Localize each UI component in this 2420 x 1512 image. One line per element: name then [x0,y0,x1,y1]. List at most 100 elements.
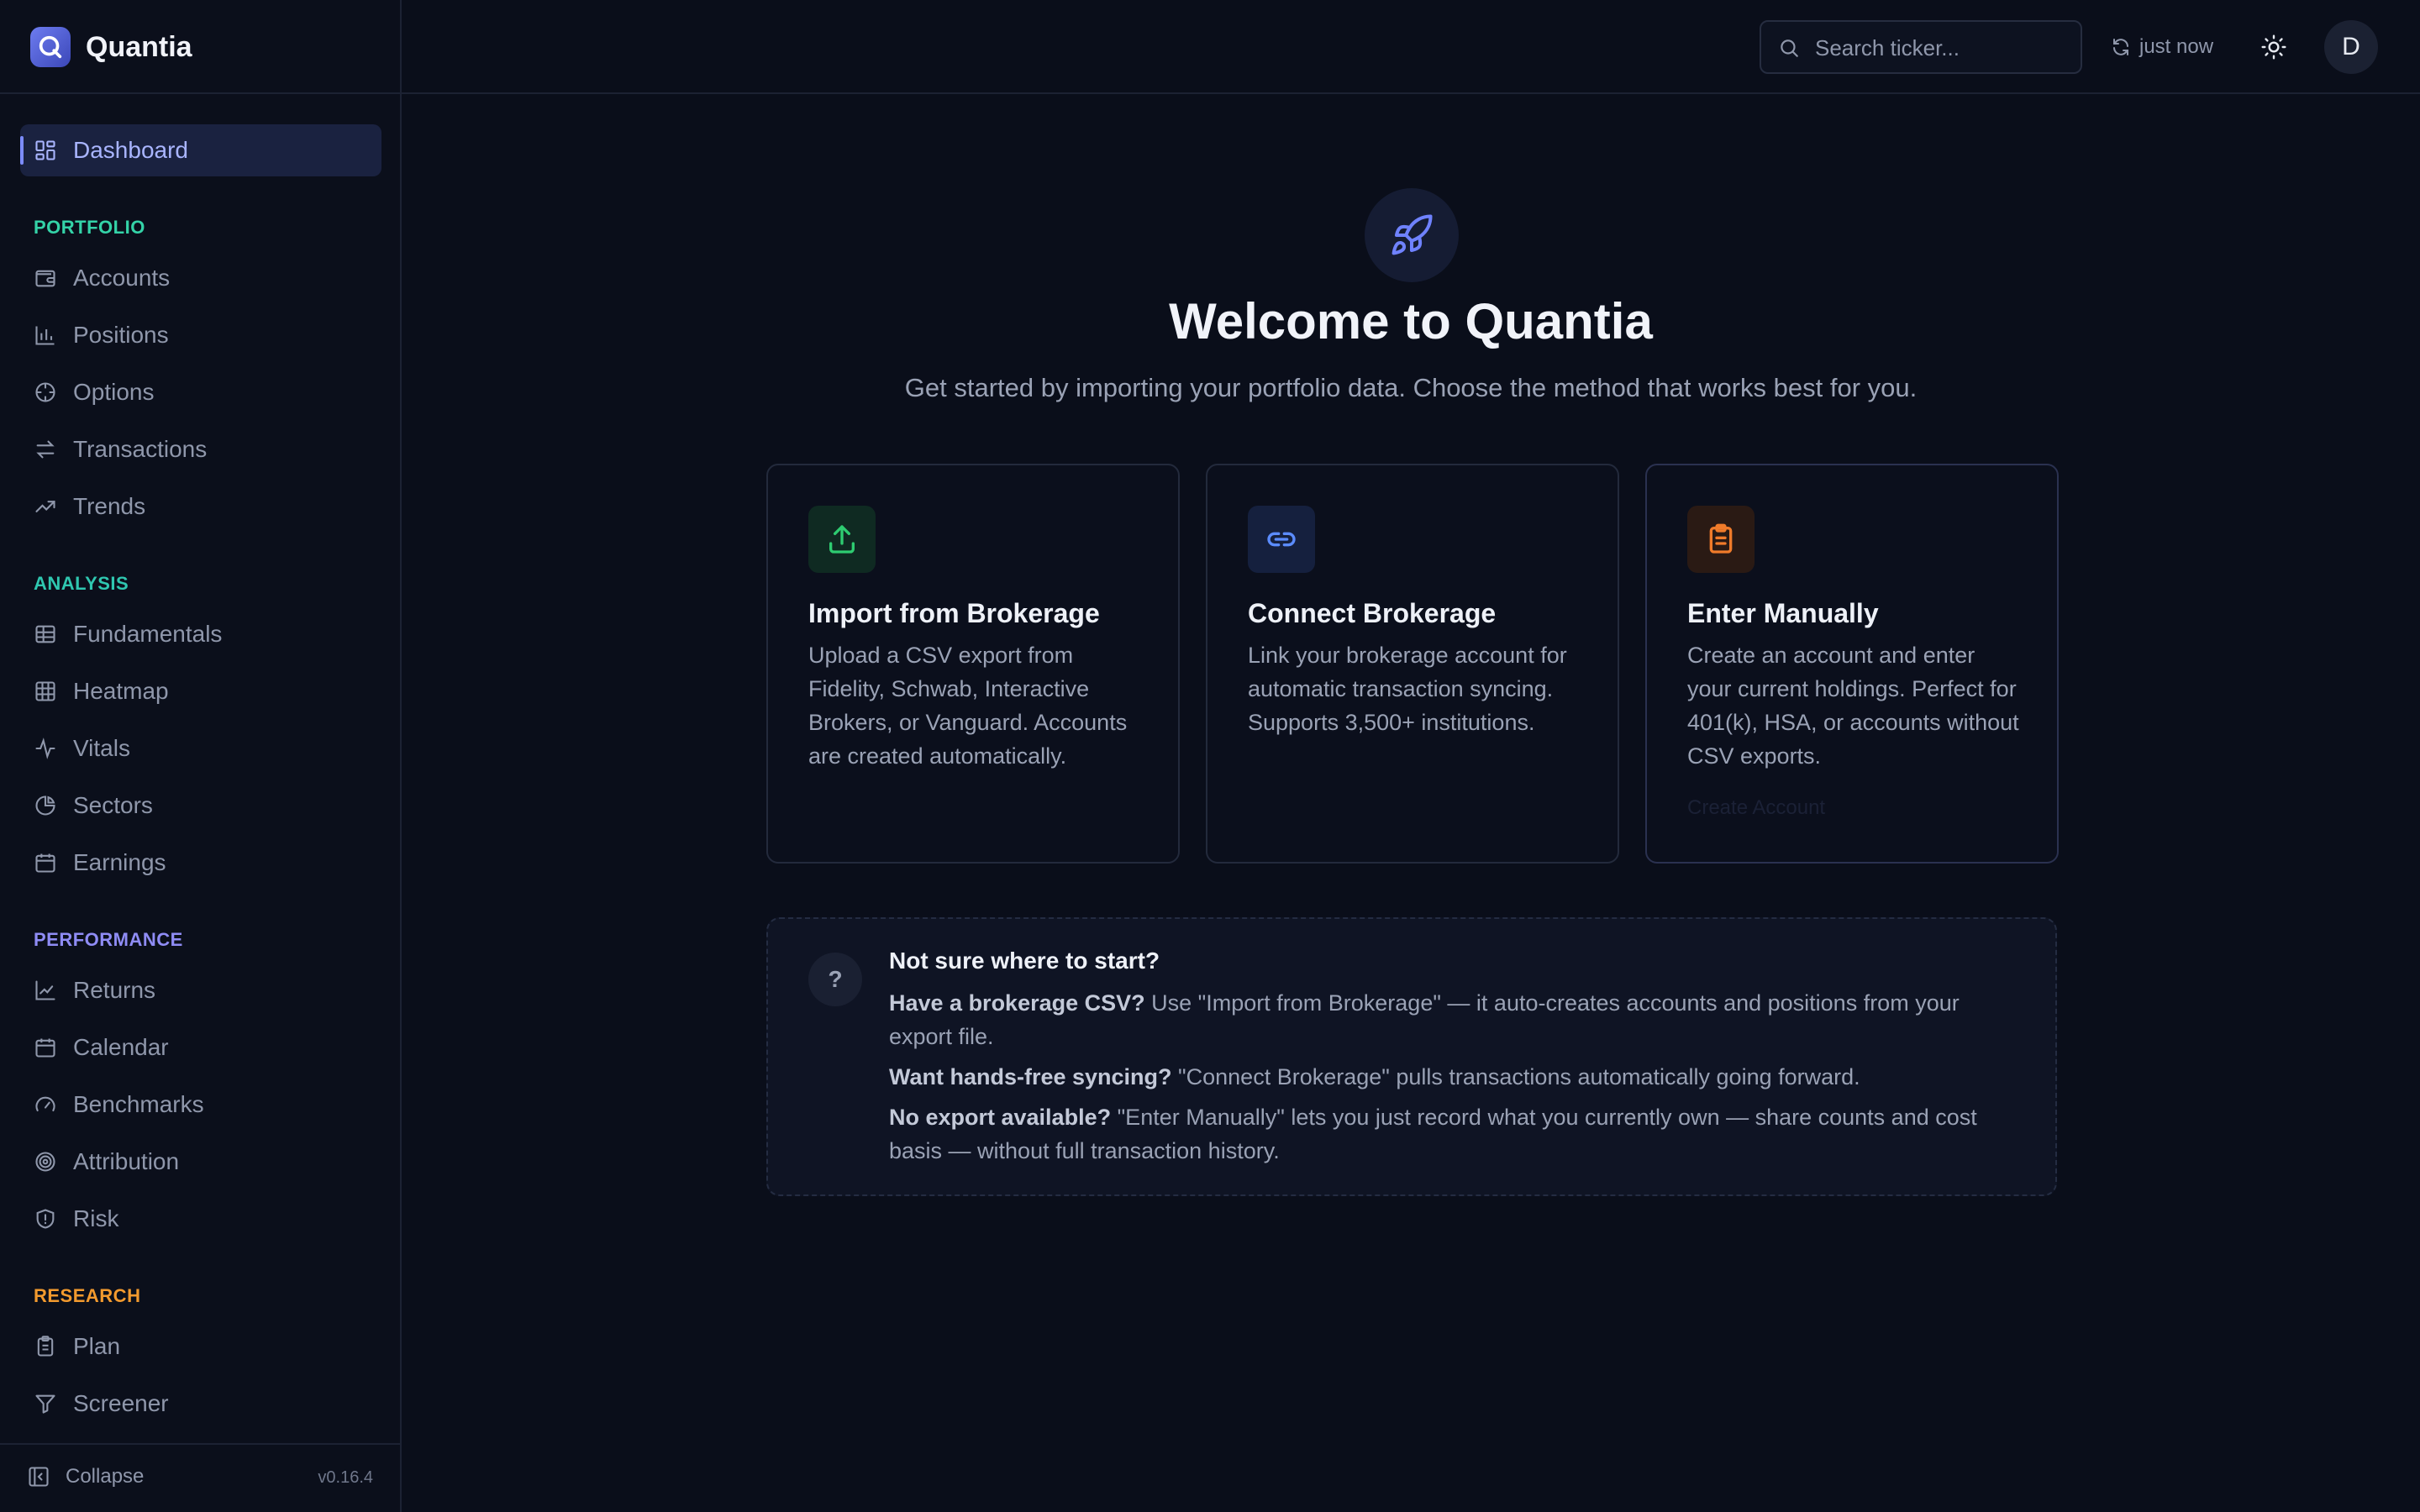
collapse-button[interactable]: Collapse [27,1465,144,1488]
sidebar-item-label: Dashboard [73,137,188,163]
trending-up-icon [35,501,55,512]
sidebar-item-label: Risk [73,1205,119,1231]
arrows-left-right-icon [36,440,55,459]
sidebar-item-positions[interactable]: Positions [20,309,381,361]
user-avatar[interactable]: D [2324,20,2378,74]
clipboard-icon [1687,506,1754,573]
link-icon [1248,506,1315,573]
sidebar-item-screener[interactable]: Screener [20,1378,381,1430]
brand[interactable]: Quantia [30,27,192,67]
help-panel: ? Not sure where to start? Have a broker… [766,917,2057,1196]
sidebar-item-options[interactable]: Options [20,366,381,418]
rocket-icon [1365,188,1459,282]
sidebar-item-label: Fundamentals [73,621,223,647]
sidebar-item-accounts[interactable]: Accounts [20,252,381,304]
card-description: Create an account and enter your current… [1687,643,2019,769]
sidebar-footer-divider [0,1443,402,1445]
calendar-icon [35,1038,55,1058]
section-label-performance: PERFORMANCE [34,929,183,950]
sidebar-item-calendar[interactable]: Calendar [20,1021,381,1074]
sidebar-item-label: Plan [73,1333,121,1359]
section-label-research: RESEARCH [34,1285,141,1306]
refresh-icon [2113,39,2128,55]
quantia-logo-icon [30,27,71,67]
sidebar-item-label: Benchmarks [73,1091,204,1117]
sun-icon[interactable] [2260,34,2287,60]
create-account-link[interactable]: Create Account [1687,796,1825,820]
collapse-label: Collapse [66,1465,145,1488]
section-label-analysis: ANALYSIS [34,573,129,594]
dashboard-icon [35,140,55,160]
card-title: Connect Brokerage [1248,598,1497,628]
card-description: Upload a CSV export from Fidelity, Schwa… [808,643,1128,769]
search-box[interactable] [1760,20,2082,74]
sidebar-item-dashboard[interactable]: Dashboard [20,124,381,176]
help-line-bold: No export available? [889,1105,1112,1130]
sidebar-item-sectors[interactable]: Sectors [20,780,381,832]
help-line-bold: Have a brokerage CSV? [889,990,1145,1016]
shield-icon [36,1209,55,1229]
card-title: Import from Brokerage [808,598,1100,628]
sidebar-item-fundamentals[interactable]: Fundamentals [20,608,381,660]
app-version: v0.16.4 [318,1468,373,1487]
enter-manually-card[interactable]: Enter Manually Create an account and ent… [1645,464,2059,864]
connect-brokerage-card[interactable]: Connect Brokerage Link your brokerage ac… [1206,464,1619,864]
sidebar-item-benchmarks[interactable]: Benchmarks [20,1079,381,1131]
import-brokerage-card[interactable]: Import from Brokerage Upload a CSV expor… [766,464,1180,864]
brand-name: Quantia [86,30,192,63]
sidebar-item-label: Heatmap [73,678,169,704]
sidebar-collapse-icon [29,1467,49,1487]
sidebar-item-returns[interactable]: Returns [20,964,381,1016]
welcome-title: Welcome to Quantia [1169,293,1653,349]
calendar-icon [35,853,55,873]
help-line-csv: Have a brokerage CSV? Use "Import from B… [889,986,2023,1053]
sidebar-item-earnings[interactable]: Earnings [20,837,381,889]
target-icon [35,1152,55,1172]
sidebar-item-trends[interactable]: Trends [20,480,381,533]
bar-chart-icon [35,326,55,345]
welcome-subtitle: Get started by importing your portfolio … [904,373,1918,402]
sidebar-item-label: Accounts [73,265,171,291]
sidebar-item-label: Vitals [73,735,130,761]
crosshair-icon [35,382,55,402]
sidebar: Quantia Dashboard PORTFOLIO Accounts Pos… [0,0,402,1512]
top-bar: just now D [402,0,2420,94]
sidebar-item-label: Returns [73,977,156,1003]
wallet-icon [35,270,55,287]
section-label-portfolio: PORTFOLIO [34,217,145,238]
refresh-button[interactable]: just now [2111,35,2213,59]
sidebar-item-label: Calendar [73,1034,169,1060]
main-content: Welcome to Quantia Get started by import… [402,94,2420,1512]
sidebar-item-label: Sectors [73,792,153,818]
help-line-manual: No export available? "Enter Manually" le… [889,1100,2023,1168]
sidebar-item-plan[interactable]: Plan [20,1320,381,1373]
help-line-syncing: Want hands-free syncing? "Connect Broker… [889,1060,2023,1094]
upload-icon [808,506,876,573]
sidebar-item-label: Transactions [73,436,208,462]
card-title: Enter Manually [1687,598,1879,628]
sidebar-item-label: Trends [73,493,146,519]
sidebar-item-label: Earnings [73,849,166,875]
grid-icon [35,681,55,701]
line-chart-icon [35,980,55,1000]
sidebar-item-transactions[interactable]: Transactions [20,423,381,475]
sidebar-item-label: Attribution [73,1148,180,1174]
refresh-status: just now [2139,35,2214,58]
search-input[interactable] [1813,34,2069,62]
gauge-icon [35,1096,55,1112]
help-title: Not sure where to start? [889,948,1160,974]
sidebar-divider [0,92,402,94]
activity-icon [35,738,55,759]
clipboard-icon [37,1336,54,1357]
sidebar-item-heatmap[interactable]: Heatmap [20,665,381,717]
help-line-bold: Want hands-free syncing? [889,1064,1172,1089]
sidebar-item-risk[interactable]: Risk [20,1193,381,1245]
table-icon [35,625,55,643]
sidebar-item-label: Positions [73,322,169,348]
search-icon [1781,39,1798,57]
help-line-text: "Connect Brokerage" pulls transactions a… [1171,1064,1860,1089]
sidebar-item-attribution[interactable]: Attribution [20,1136,381,1188]
sidebar-item-vitals[interactable]: Vitals [20,722,381,774]
card-description: Link your brokerage account for automati… [1248,643,1567,735]
filter-icon [35,1394,55,1414]
